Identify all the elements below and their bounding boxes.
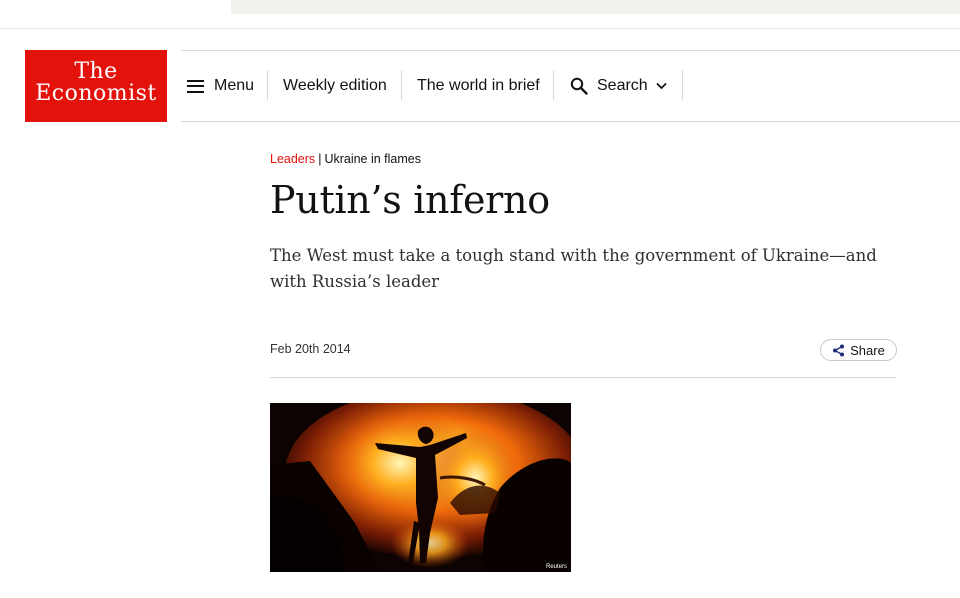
share-button[interactable]: Share	[820, 339, 897, 361]
nav-separator	[401, 70, 402, 100]
image-credit: Reuters	[545, 564, 567, 570]
menu-button[interactable]: Menu	[187, 72, 254, 100]
ad-banner-placeholder	[231, 0, 960, 14]
top-ad-strip	[0, 0, 960, 29]
economist-logo[interactable]: The Economist	[25, 50, 167, 122]
article-divider	[270, 377, 896, 378]
topic-label: Ukraine in flames	[324, 152, 422, 166]
search-button[interactable]: Search	[570, 72, 676, 100]
weekly-edition-label: Weekly edition	[283, 77, 387, 94]
fire-protester-photo	[270, 403, 571, 572]
share-label: Share	[850, 342, 885, 358]
menu-label: Menu	[214, 77, 255, 94]
article-date: Feb 20th 2014	[270, 342, 351, 356]
share-icon	[833, 344, 845, 356]
section-link[interactable]: Leaders	[270, 152, 315, 166]
article-standfirst: The West must take a tough stand with th…	[270, 246, 877, 291]
hamburger-icon	[187, 79, 204, 93]
weekly-edition-link[interactable]: Weekly edition	[283, 72, 387, 100]
article-image: Reuters	[270, 403, 571, 572]
search-icon	[570, 77, 588, 95]
nav-top-divider	[181, 50, 960, 51]
world-in-brief-label: The world in brief	[417, 77, 540, 94]
nav-separator	[267, 70, 268, 100]
logo-line-2: Economist	[35, 81, 157, 106]
chevron-down-icon	[656, 82, 667, 90]
article-headline: Putin’s inferno	[270, 178, 550, 222]
search-label: Search	[597, 77, 648, 94]
world-in-brief-link[interactable]: The world in brief	[417, 72, 540, 100]
article-rubric: Leaders | Ukraine in flames	[270, 152, 421, 166]
nav-separator	[682, 70, 683, 100]
nav-bottom-divider	[181, 121, 960, 122]
rubric-separator: |	[318, 152, 322, 166]
nav-separator	[553, 70, 554, 100]
